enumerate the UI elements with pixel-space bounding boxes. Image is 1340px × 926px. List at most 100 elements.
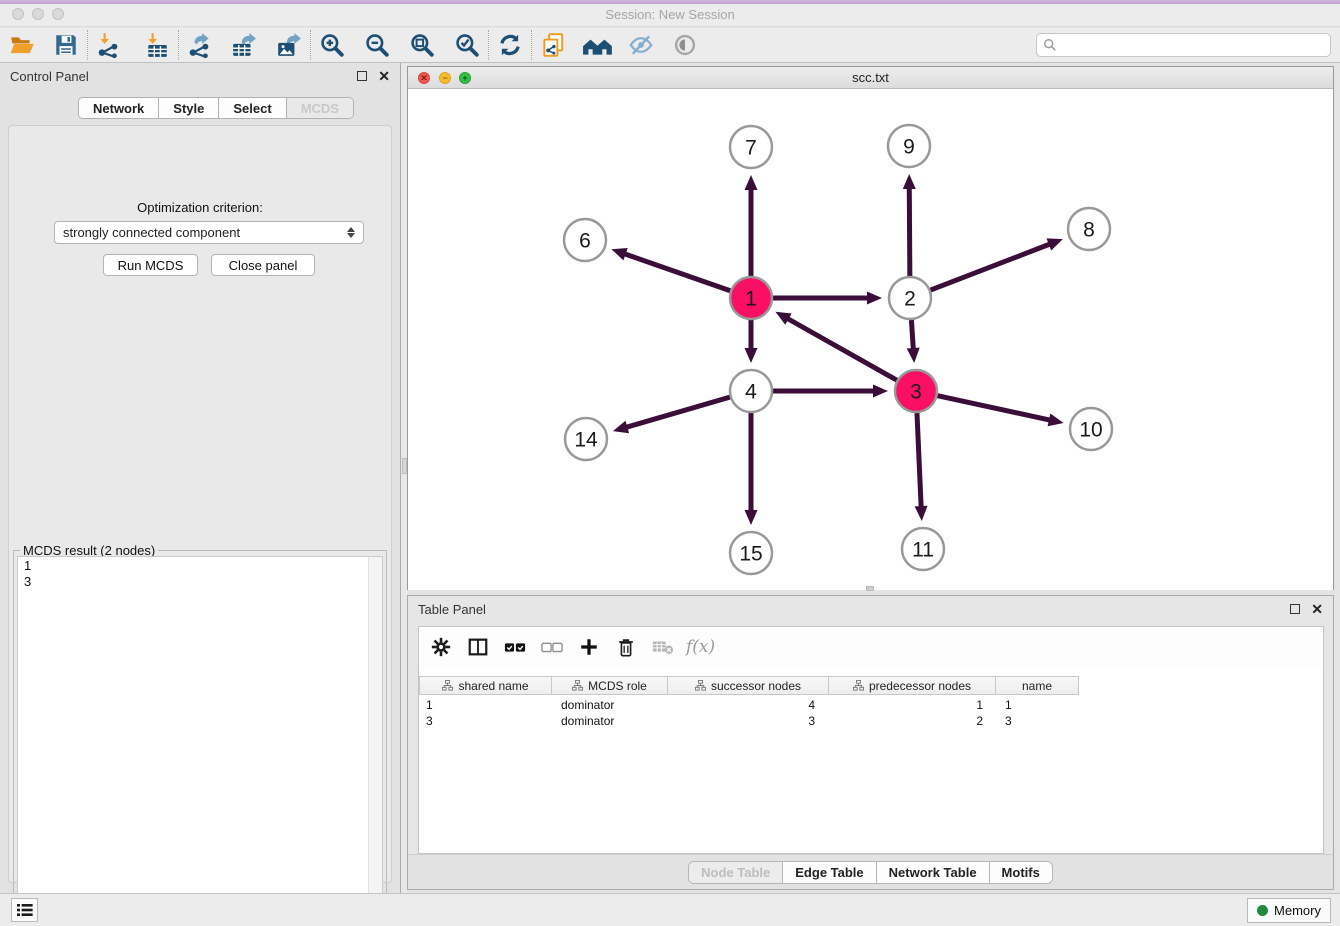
network-view-window: ✕ − + scc.txt 1234678910111415	[407, 66, 1334, 590]
mcds-tab-panel: Optimization criterion: strongly connect…	[8, 125, 392, 883]
graph-edge-3-11[interactable]	[917, 413, 921, 508]
graph-edge-3-1[interactable]	[787, 318, 897, 380]
close-panel-button[interactable]: Close panel	[211, 254, 315, 276]
graph-edge-2-8[interactable]	[931, 244, 1051, 290]
mcds-result-list[interactable]: 1 3	[17, 556, 383, 926]
zoom-in-icon[interactable]	[318, 31, 346, 59]
import-network-icon[interactable]	[95, 31, 123, 59]
create-column-icon[interactable]	[575, 633, 603, 661]
graph-node-label: 4	[745, 380, 757, 403]
save-session-icon[interactable]	[52, 31, 80, 59]
column-header-shared-name[interactable]: shared name	[419, 676, 552, 695]
graph-node-label: 3	[910, 380, 922, 403]
refresh-icon[interactable]	[496, 31, 524, 59]
optimization-criterion-label: Optimization criterion:	[9, 200, 391, 215]
network-canvas[interactable]: 1234678910111415	[408, 89, 1333, 590]
close-panel-icon[interactable]: ✕	[378, 71, 390, 81]
tab-select[interactable]: Select	[219, 98, 286, 118]
function-builder-icon-disabled: f(x)	[686, 637, 715, 657]
title-bar: Session: New Session	[0, 0, 1340, 27]
tab-motifs[interactable]: Motifs	[990, 862, 1052, 883]
network-resize-grip[interactable]	[866, 586, 874, 591]
network-graph: 1234678910111415	[408, 89, 1333, 590]
graph-edge-arrowhead	[907, 348, 920, 363]
toolbar-separator	[87, 30, 88, 60]
table-row[interactable]: 1 dominator 4 1 1	[419, 697, 1323, 713]
zoom-fit-icon[interactable]	[408, 31, 436, 59]
toolbar-separator	[178, 30, 179, 60]
vertical-splitter[interactable]	[400, 63, 407, 893]
graph-node-label: 7	[745, 136, 757, 159]
graph-node-label: 1	[745, 287, 757, 310]
zoom-out-icon[interactable]	[363, 31, 391, 59]
graph-edge-4-14[interactable]	[625, 397, 730, 427]
memory-button[interactable]: Memory	[1247, 898, 1331, 923]
tab-style[interactable]: Style	[159, 98, 219, 118]
column-header-mcds-role[interactable]: MCDS role	[552, 676, 668, 695]
graph-edge-arrowhead	[903, 174, 916, 189]
open-file-icon[interactable]	[8, 31, 36, 59]
graph-node-label: 2	[904, 287, 916, 310]
delete-columns-icon[interactable]	[612, 633, 640, 661]
dropdown-stepper-icon	[347, 227, 355, 238]
table-row[interactable]: 3 dominator 3 2 3	[419, 713, 1323, 729]
criterion-value: strongly connected component	[63, 225, 240, 240]
criterion-dropdown[interactable]: strongly connected component	[54, 221, 364, 244]
tab-mcds[interactable]: MCDS	[287, 98, 353, 118]
network-window-titlebar[interactable]: ✕ − + scc.txt	[408, 67, 1333, 89]
graph-edge-arrowhead	[613, 421, 629, 433]
mcds-result-item: 1	[18, 557, 382, 573]
show-columns-icon[interactable]	[464, 633, 492, 661]
column-header-predecessor-nodes[interactable]: predecessor nodes	[829, 676, 996, 695]
zoom-selected-icon[interactable]	[453, 31, 481, 59]
search-box[interactable]	[1036, 33, 1331, 57]
graph-edge-arrowhead	[915, 506, 928, 521]
graph-edge-2-3[interactable]	[911, 320, 913, 350]
search-input[interactable]	[1057, 38, 1324, 52]
mcds-result-group: MCDS result (2 nodes) 1 3	[13, 550, 387, 926]
show-all-icon[interactable]	[671, 31, 699, 59]
network-title: scc.txt	[408, 70, 1333, 85]
tab-network[interactable]: Network	[79, 98, 159, 118]
export-network-icon[interactable]	[186, 31, 214, 59]
graph-edge-1-6[interactable]	[624, 254, 731, 291]
column-header-successor-nodes[interactable]: successor nodes	[668, 676, 829, 695]
unselect-all-columns-icon[interactable]	[538, 633, 566, 661]
graph-edge-arrowhead	[1047, 238, 1063, 250]
control-panel-title: Control Panel	[10, 69, 89, 84]
float-table-panel-icon[interactable]	[1290, 604, 1300, 614]
first-neighbors-icon[interactable]	[581, 31, 615, 59]
search-icon	[1043, 38, 1057, 52]
close-table-panel-icon[interactable]: ✕	[1311, 604, 1323, 614]
delete-table-icon-disabled	[649, 633, 677, 661]
graph-edge-arrowhead	[745, 510, 758, 525]
tab-edge-table[interactable]: Edge Table	[783, 862, 876, 883]
result-scrollbar[interactable]	[368, 557, 382, 926]
export-image-icon[interactable]	[275, 31, 303, 59]
memory-status-icon	[1257, 905, 1268, 916]
toolbar-separator	[310, 30, 311, 60]
tab-node-table[interactable]: Node Table	[689, 862, 783, 883]
column-header-name[interactable]: name	[996, 676, 1079, 695]
table-settings-icon[interactable]	[427, 633, 455, 661]
tab-network-table[interactable]: Network Table	[877, 862, 990, 883]
clone-network-icon[interactable]	[539, 31, 567, 59]
graph-node-label: 11	[912, 538, 934, 561]
graph-node-label: 15	[739, 542, 762, 565]
graph-edge-2-9[interactable]	[909, 187, 910, 276]
import-table-icon[interactable]	[143, 31, 171, 59]
graph-edge-arrowhead	[745, 348, 758, 363]
column-type-icon	[442, 680, 453, 691]
float-panel-icon[interactable]	[357, 71, 367, 81]
export-table-icon[interactable]	[230, 31, 258, 59]
toolbar-separator	[531, 30, 532, 60]
graph-node-label: 6	[579, 229, 591, 252]
run-mcds-button[interactable]: Run MCDS	[103, 254, 198, 276]
column-type-icon	[853, 680, 864, 691]
graph-edge-3-10[interactable]	[937, 396, 1050, 421]
graph-edge-arrowhead	[745, 175, 758, 190]
select-all-columns-icon[interactable]	[501, 633, 529, 661]
main-toolbar	[0, 28, 1340, 63]
hide-selected-icon[interactable]	[627, 31, 655, 59]
task-history-button[interactable]	[11, 898, 38, 922]
